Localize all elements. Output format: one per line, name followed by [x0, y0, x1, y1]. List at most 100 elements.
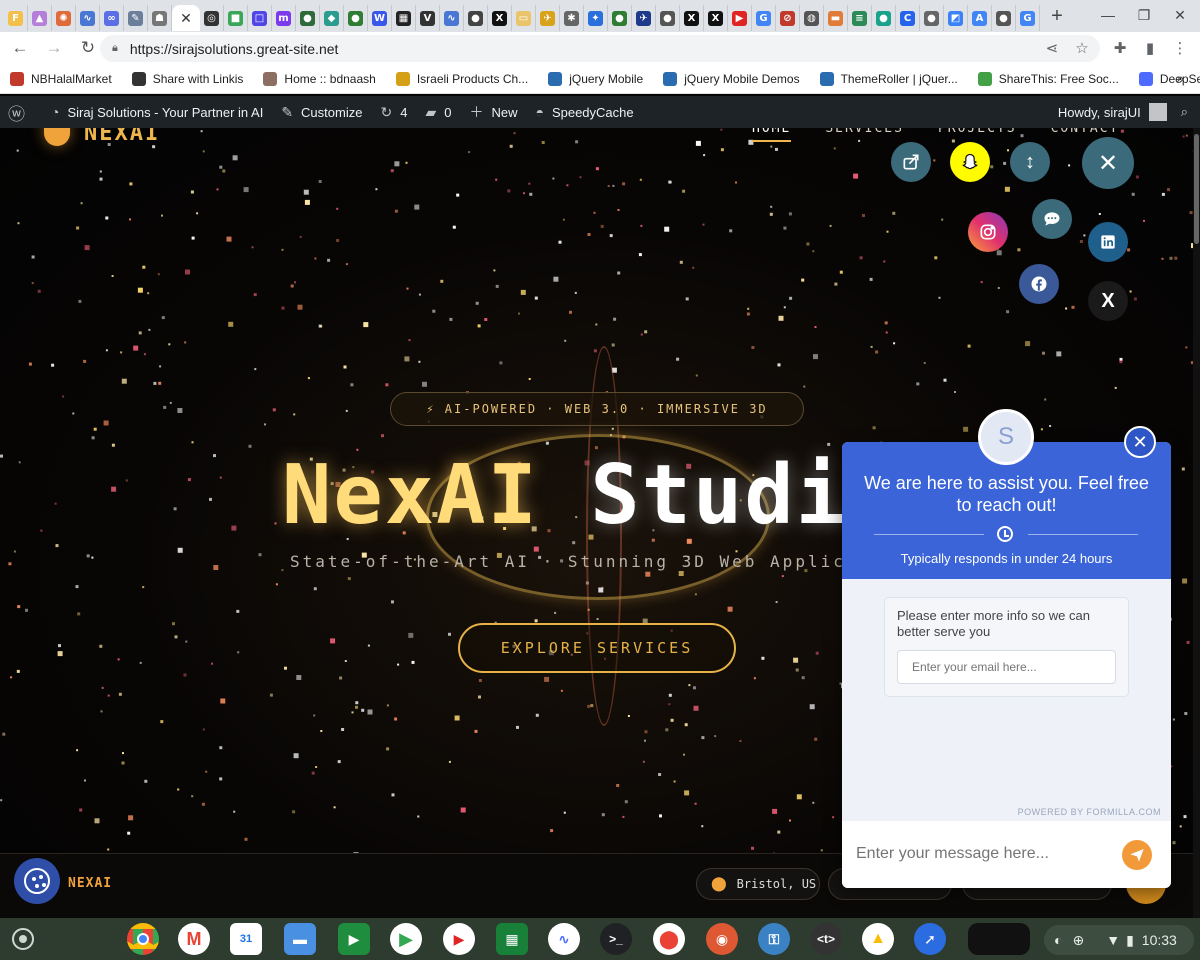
active-tab[interactable]: ✕	[172, 5, 200, 31]
calendar-app-icon[interactable]: 31	[230, 923, 262, 955]
bar-tab[interactable]: ▦	[392, 5, 416, 31]
play-store-app-icon[interactable]: ▶	[390, 923, 422, 955]
share-icon[interactable]: ⋖	[1038, 34, 1066, 62]
scroll-arrows-icon[interactable]: ↕	[1010, 142, 1050, 182]
bookmark-item[interactable]: NBHalalMarket	[10, 71, 112, 86]
reload-icon[interactable]: ↻	[74, 34, 102, 62]
nav-services[interactable]: SERVICES	[825, 128, 904, 142]
wordpress-logo-icon[interactable]: ⓦ	[8, 100, 33, 125]
wp-customize[interactable]: ✎ Customize	[281, 104, 362, 121]
cookie-settings-button[interactable]	[14, 858, 60, 904]
side-panel-icon[interactable]: ▮	[1136, 34, 1164, 62]
new-tab-button[interactable]: +	[1040, 2, 1074, 30]
wave-tab[interactable]: ∿	[440, 5, 464, 31]
maximize-window-icon[interactable]: ❐	[1126, 0, 1162, 30]
google-tab-2[interactable]: G	[1016, 5, 1040, 31]
copilot-tab[interactable]: ∿	[76, 5, 100, 31]
dark-circle-tab[interactable]: ●	[464, 5, 488, 31]
bookmark-item[interactable]: Share with Linkis	[131, 71, 243, 86]
wp-new[interactable]: ＋ New	[469, 102, 517, 122]
youtube-app-icon[interactable]: ▶	[443, 923, 475, 955]
globe-tab[interactable]: ◍	[800, 5, 824, 31]
scrollbar-thumb[interactable]	[1194, 134, 1199, 244]
note-tab[interactable]: ▭	[512, 5, 536, 31]
message-input[interactable]	[856, 839, 1116, 869]
translate-tab[interactable]: A	[968, 5, 992, 31]
app-preview-thumbnail[interactable]	[968, 923, 1030, 955]
infinity-tab[interactable]: ∞	[100, 5, 124, 31]
bird-tab[interactable]: ✈	[536, 5, 560, 31]
nav-projects[interactable]: PROJECTS	[938, 128, 1017, 142]
grey-tab[interactable]: ●	[920, 5, 944, 31]
wp-updates[interactable]: ↻ 4	[380, 104, 407, 121]
address-bar[interactable]: 🔒︎ https://sirajsolutions.great-site.net	[100, 35, 1100, 62]
map-tab[interactable]: ◩	[944, 5, 968, 31]
pen-tab[interactable]: ✎	[124, 5, 148, 31]
explore-services-button[interactable]: EXPLORE SERVICES	[458, 623, 736, 673]
status-tray[interactable]: ◐ ⊕ ▼ ▮ 10:33	[1044, 925, 1194, 955]
m-tab[interactable]: m	[272, 5, 296, 31]
site-logo[interactable]: NEXAI	[44, 128, 160, 146]
sparkle-tab[interactable]: ✦	[584, 5, 608, 31]
meet-app-icon[interactable]: ▶	[338, 923, 370, 955]
wp-howdy[interactable]: Howdy, sirajUI	[1058, 105, 1141, 120]
close-share-menu-icon[interactable]: ✕	[1082, 137, 1134, 189]
linkedin-icon[interactable]	[1088, 222, 1128, 262]
code-app-icon[interactable]: <t>	[810, 923, 842, 955]
facebook-icon[interactable]	[1019, 264, 1059, 304]
plane-tab[interactable]: ✈	[632, 5, 656, 31]
send-button[interactable]	[1122, 840, 1152, 870]
instagram-icon[interactable]	[968, 212, 1008, 252]
password-app-icon[interactable]: ⚿	[758, 923, 790, 955]
openai-tab[interactable]: ◎	[200, 5, 224, 31]
wp-speedycache[interactable]: ◓ SpeedyCache	[535, 104, 633, 120]
diamond-tab[interactable]: ◆	[320, 5, 344, 31]
google-tab[interactable]: G	[752, 5, 776, 31]
nav-home[interactable]: HOME	[752, 128, 792, 142]
email-field[interactable]	[897, 650, 1116, 684]
close-tab-icon[interactable]: ✕	[180, 10, 192, 27]
more-bookmarks-icon[interactable]: »	[1176, 70, 1184, 86]
youtube-tab[interactable]: ▶	[728, 5, 752, 31]
circle-tab[interactable]: ●	[992, 5, 1016, 31]
wordpress-tab[interactable]: W	[368, 5, 392, 31]
deepseek-app-icon[interactable]: ∿	[548, 923, 580, 955]
minimize-window-icon[interactable]: —	[1090, 0, 1126, 30]
no-tab[interactable]: ⊘	[776, 5, 800, 31]
bookmark-item[interactable]: Home :: bdnaash	[263, 71, 376, 86]
chat-bubble-icon[interactable]	[1032, 199, 1072, 239]
chrome-app-icon[interactable]	[127, 923, 159, 955]
wp-comments[interactable]: ▰ 0	[425, 104, 451, 121]
dark-tab[interactable]: ●	[296, 5, 320, 31]
share-icon[interactable]	[891, 142, 931, 182]
fly-tab[interactable]: ✱	[560, 5, 584, 31]
page-scrollbar[interactable]	[1193, 128, 1200, 918]
search-icon[interactable]: ⌕	[1181, 104, 1188, 120]
bookmark-item[interactable]: ShareThis: Free Soc...	[977, 71, 1119, 86]
close-chat-button[interactable]: ✕	[1124, 426, 1156, 458]
green-circle-tab[interactable]: ●	[344, 5, 368, 31]
wp-site-name[interactable]: ◔ Siraj Solutions - Your Partner in AI	[51, 104, 263, 120]
sheets-app-icon[interactable]: ▦	[496, 923, 528, 955]
bookmark-item[interactable]: DeepSeek	[1138, 71, 1200, 86]
x-tab-2[interactable]: X	[680, 5, 704, 31]
gmail-app-icon[interactable]: M	[178, 923, 210, 955]
bookmark-item[interactable]: Israeli Products Ch...	[395, 71, 528, 86]
green-dot-tab[interactable]: ●	[608, 5, 632, 31]
powered-by[interactable]: POWERED BY FORMILLA.COM	[1018, 807, 1161, 817]
formilla-tab[interactable]: F	[4, 5, 28, 31]
teal-tab[interactable]: ●	[872, 5, 896, 31]
launcher-icon[interactable]	[12, 928, 34, 950]
menu-icon[interactable]: ⋮	[1166, 34, 1194, 62]
green-tab[interactable]: ■	[224, 5, 248, 31]
extensions-icon[interactable]: ✚	[1106, 34, 1134, 62]
forward-icon[interactable]: →	[40, 34, 68, 62]
terminal-app-icon[interactable]: >_	[600, 923, 632, 955]
c-tab[interactable]: C	[896, 5, 920, 31]
duckduckgo-app-icon[interactable]: ◉	[706, 923, 738, 955]
orange-tab[interactable]: ▬	[824, 5, 848, 31]
drive-app-icon[interactable]: ▲	[862, 923, 894, 955]
x-twitter-icon[interactable]: X	[1088, 281, 1128, 321]
snapchat-icon[interactable]	[950, 142, 990, 182]
bookmark-item[interactable]: jQuery Mobile	[548, 71, 643, 86]
